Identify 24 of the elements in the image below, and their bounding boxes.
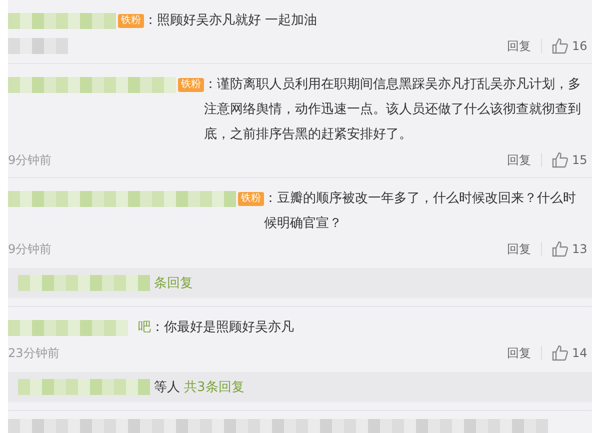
replier-text: 等人 [154,379,180,396]
timestamp: 9分钟前 [8,242,52,256]
timestamp: 23分钟前 [8,346,60,360]
comment-text: ：谨防离职人员利用在职期间信息黑踩吴亦凡打乱吴亦凡计划，多注意网络舆情，动作迅速一点。该人员还做了什么该彻查就彻查到底，之前排序告黑的赶紧安排好了。 [204,76,582,144]
fan-badge: 铁粉 [118,14,144,28]
like-button[interactable]: 15 [552,152,592,168]
comment-text: ：豆瓣的顺序被改一年多了，什么时候改回来？什么时候明确官宣？ [264,190,577,233]
thumbs-up-icon [552,38,568,54]
reply-link[interactable]: 回复 [507,346,542,360]
comment-text: ：你最好是照顾好吴亦凡 [151,319,295,337]
fan-badge: 铁粉 [178,78,204,92]
thumbs-up-icon [552,345,568,361]
timestamp: 9分钟前 [8,152,52,166]
comment-text: ：照顾好吴亦凡就好 一起加油 [144,12,318,30]
like-button[interactable]: 14 [552,345,592,361]
reply-link[interactable]: 回复 [507,242,542,256]
like-button[interactable]: 16 [552,38,592,54]
thumbs-up-icon [552,241,568,257]
fan-badge: 铁粉 [238,192,264,206]
user-name[interactable]: 吧 [138,315,151,340]
like-button[interactable]: 13 [552,241,592,257]
reply-link[interactable]: 回复 [507,153,542,167]
reply-link[interactable]: 回复 [507,39,542,53]
thumbs-up-icon [552,152,568,168]
